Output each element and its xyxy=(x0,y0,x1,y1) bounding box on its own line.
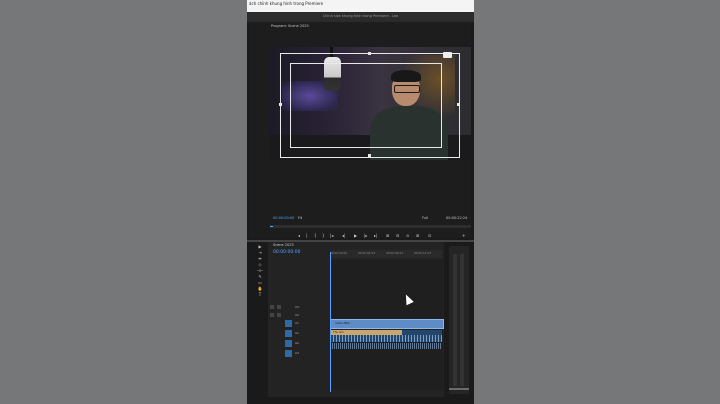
timeline-ruler[interactable]: 00:00:00:00 00:00:04:23 00:00:09:23 00:0… xyxy=(330,250,442,258)
playhead-timecode[interactable]: 00:00:00:00 xyxy=(273,216,294,220)
monitor-timecode-row: 00:00:00:00 Fit Full 00:00:22:24 xyxy=(270,216,471,222)
track-label: A3 xyxy=(295,351,299,355)
audio-waveform-2 xyxy=(330,343,442,349)
ruler-tick: 00:00:14:23 xyxy=(414,251,432,255)
resolution-dropdown[interactable]: Full xyxy=(422,216,428,220)
monitor-scrub-bar[interactable] xyxy=(270,225,471,228)
timeline-panel: Scene 2025 00:00:00:00 00:00:00:00 00:00… xyxy=(268,242,444,397)
export-frame-button[interactable]: ⊙ xyxy=(406,233,409,238)
track-label: V3 xyxy=(295,305,299,309)
comparison-view-button[interactable]: ⊞ xyxy=(416,233,419,238)
lock-icon[interactable] xyxy=(270,305,274,309)
audio-meter-left xyxy=(453,254,457,386)
audio-meter-footer xyxy=(449,388,469,390)
go-to-end-button[interactable]: ▸| xyxy=(374,233,377,238)
audio-clip-2[interactable] xyxy=(330,343,442,349)
fit-dropdown[interactable]: Fit xyxy=(298,216,302,220)
audio-waveform xyxy=(330,335,442,342)
video-caption-bar: ách chỉnh khung hình trong Premiere xyxy=(247,0,474,12)
step-forward-button[interactable]: ◂| xyxy=(342,233,345,238)
step-back-button[interactable]: |◂ xyxy=(330,233,333,238)
mark-in-button[interactable]: ◂ xyxy=(298,233,300,238)
track-label: V1 xyxy=(295,321,299,325)
go-to-out-button[interactable]: } xyxy=(322,233,325,238)
timeline-tab[interactable]: Scene 2025 xyxy=(273,243,294,247)
transform-inner-frame[interactable] xyxy=(290,63,442,148)
track-headers: V3 V2 V1 A1 A2 A3 xyxy=(268,304,328,364)
window-title: Chỉnh size khung hình trong Premiere - L… xyxy=(322,14,399,18)
track-header-v1[interactable]: V1 xyxy=(268,320,328,327)
program-monitor-tab[interactable]: Program: Scene 2025 xyxy=(271,24,309,28)
track-header-v2[interactable]: V2 xyxy=(268,312,328,319)
transform-handle-right[interactable] xyxy=(457,103,460,106)
eye-icon[interactable] xyxy=(277,305,281,309)
source-patch-toggle[interactable] xyxy=(285,320,292,327)
play-button[interactable]: ▶ xyxy=(354,233,357,238)
audio-clip[interactable]: Thu âm xyxy=(330,330,442,342)
ruler-tick: 00:00:00:00 xyxy=(330,251,348,255)
scrub-playhead[interactable] xyxy=(270,226,273,227)
settings-button[interactable]: ⊡ xyxy=(428,233,431,238)
left-blurred-background xyxy=(0,0,247,404)
duration-timecode: 00:00:22:24 xyxy=(446,216,468,220)
frame-forward-button[interactable]: |▸ xyxy=(364,233,367,238)
audio-meter-right xyxy=(460,254,464,386)
source-patch-toggle[interactable] xyxy=(285,340,292,347)
lift-button[interactable]: ⊞ xyxy=(386,233,389,238)
track-header-a2[interactable]: A2 xyxy=(268,340,328,347)
timeline-playhead[interactable] xyxy=(330,252,331,392)
video-caption: ách chỉnh khung hình trong Premiere xyxy=(249,1,324,6)
video-preview[interactable] xyxy=(270,47,471,160)
video-clip-label: Video.MP4 xyxy=(335,321,350,325)
transform-handle-top[interactable] xyxy=(368,52,371,55)
ruler-tick: 00:00:04:23 xyxy=(358,251,376,255)
timeline-timecode[interactable]: 00:00:00:00 xyxy=(273,250,300,255)
audio-clip-label: Thu âm xyxy=(333,330,344,334)
track-label: A2 xyxy=(295,341,299,345)
source-patch-toggle[interactable] xyxy=(285,350,292,357)
track-label: V2 xyxy=(295,313,299,317)
video-clip[interactable]: Video.MP4 xyxy=(330,319,444,329)
eye-icon[interactable] xyxy=(277,313,281,317)
track-header-a1[interactable]: A1 xyxy=(268,330,328,337)
track-header-a3[interactable]: A3 xyxy=(268,350,328,357)
go-to-in-button[interactable]: { xyxy=(314,233,317,238)
source-patch-toggle[interactable] xyxy=(285,330,292,337)
extract-button[interactable]: ⊟ xyxy=(396,233,399,238)
right-blurred-background xyxy=(474,0,720,404)
audio-meter xyxy=(449,246,469,394)
transform-handle-left[interactable] xyxy=(279,103,282,106)
premiere-window: ách chỉnh khung hình trong Premiere Chỉn… xyxy=(247,0,474,404)
lock-icon[interactable] xyxy=(270,313,274,317)
transform-handle-bottom[interactable] xyxy=(368,154,371,157)
type-tool-icon[interactable]: T xyxy=(255,292,265,298)
track-header-v3[interactable]: V3 xyxy=(268,304,328,311)
track-label: A1 xyxy=(295,331,299,335)
add-button[interactable]: + xyxy=(462,233,465,238)
overlay-badge-icon xyxy=(443,52,452,58)
tools-panel: ▶ ⇥ ⇹ ◇ ⊣⊢ ✎ ▭ ✋ T xyxy=(255,244,265,316)
mark-out-button[interactable]: | xyxy=(306,233,307,238)
transport-controls: ◂ | { } |◂ ◂| ▶ |▸ ▸| ⊞ ⊟ ⊙ ⊞ ⊡ + xyxy=(270,231,471,240)
ruler-tick: 00:00:09:23 xyxy=(386,251,404,255)
app-title-bar: Chỉnh size khung hình trong Premiere - L… xyxy=(247,12,474,22)
